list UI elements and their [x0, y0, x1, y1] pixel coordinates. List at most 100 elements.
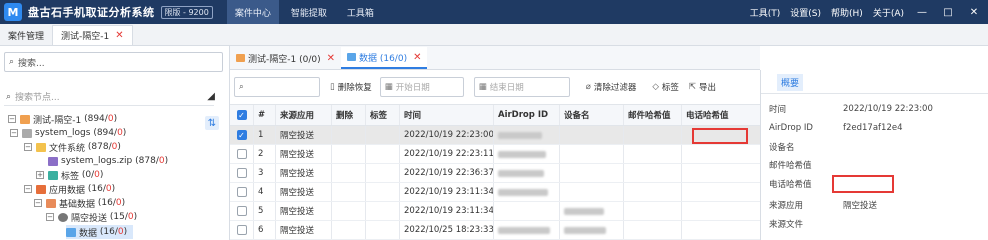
column-header[interactable]: #: [254, 105, 276, 125]
row-checkbox[interactable]: [230, 202, 254, 220]
tree-node-tags[interactable]: + 标签 (0/0): [36, 168, 103, 182]
tree-node-app-data[interactable]: − 应用数据 (16/0): [24, 182, 115, 196]
row-airdrop-id-redacted: [494, 145, 560, 163]
tab-data[interactable]: 数据 (16/0) ✕: [340, 47, 428, 69]
table-row[interactable]: 3 隔空投送 2022/10/19 22:36:37: [230, 164, 760, 183]
column-header[interactable]: 设备名: [560, 105, 624, 125]
column-header[interactable]: 标签: [366, 105, 400, 125]
table-search-input[interactable]: ⌕: [234, 77, 320, 97]
column-header[interactable]: 删除: [332, 105, 366, 125]
nav-tab-smart-extract[interactable]: 智能提取: [283, 0, 335, 24]
data-icon: [346, 53, 356, 61]
tree-node-file-system[interactable]: − 文件系统 (878/0): [24, 140, 121, 154]
data-tab-bar: 测试-隔空-1 (0/0) ✕ 数据 (16/0) ✕: [230, 46, 760, 70]
collapse-icon[interactable]: −: [24, 143, 32, 151]
row-checkbox[interactable]: [230, 183, 254, 201]
delete-restore-label: 删除恢复: [337, 83, 372, 93]
table-row[interactable]: 4 隔空投送 2022/10/19 23:11:34: [230, 183, 760, 202]
close-tab-icon[interactable]: ✕: [413, 52, 421, 63]
menu-settings[interactable]: 设置(S): [790, 6, 821, 19]
sort-icon[interactable]: ⇅: [205, 116, 219, 130]
tab-label: 测试-隔空-1 (0/0): [248, 54, 321, 65]
app-title: 盘古石手机取证分析系统: [28, 6, 155, 19]
field-value: 隔空投送: [843, 201, 878, 211]
node-filter-input[interactable]: ⌕ 搜索节点...: [4, 88, 214, 106]
close-tab-icon[interactable]: ✕: [115, 30, 123, 41]
field-value: 2022/10/19 22:23:00: [843, 104, 933, 114]
maximize-icon[interactable]: □: [940, 7, 956, 18]
collapse-icon[interactable]: −: [24, 185, 32, 193]
clear-filter-icon[interactable]: ◢: [207, 91, 215, 102]
search-icon: ⌕: [9, 57, 15, 67]
tree-node-system-logs[interactable]: − system_logs (894/0): [10, 126, 126, 140]
column-header[interactable]: 来源应用: [276, 105, 332, 125]
app-data-icon: [36, 184, 46, 194]
tree-node-label: 标签: [61, 171, 80, 182]
close-tab-icon[interactable]: ✕: [327, 53, 335, 64]
tree-node-case[interactable]: − 测试-隔空-1 (894/0): [8, 112, 117, 126]
table-row[interactable]: 5 隔空投送 2022/10/19 23:11:34: [230, 202, 760, 221]
table-row[interactable]: 2 隔空投送 2022/10/19 22:23:11: [230, 145, 760, 164]
search-input[interactable]: ⌕ 搜索...: [4, 52, 223, 72]
column-header[interactable]: AirDrop ID: [494, 105, 560, 125]
expand-icon[interactable]: +: [36, 171, 44, 179]
calendar-icon: ▦: [384, 82, 393, 92]
end-date-placeholder: 结束日期: [489, 83, 524, 93]
collapse-icon[interactable]: −: [46, 213, 54, 221]
nav-tab-toolbox[interactable]: 工具箱: [339, 0, 382, 24]
menu-about[interactable]: 关于(A): [873, 6, 904, 19]
tree-node-label: 文件系统: [49, 143, 86, 154]
tab-case-overview[interactable]: 测试-隔空-1 (0/0) ✕: [230, 47, 341, 69]
table-row[interactable]: ✓ 1 隔空投送 2022/10/19 22:23:00: [230, 126, 760, 145]
tab-case-test[interactable]: 测试-隔空-1 ✕: [52, 25, 133, 45]
tree-node-basic-data[interactable]: − 基础数据 (16/0): [34, 196, 125, 210]
end-date-input[interactable]: ▦ 结束日期: [473, 77, 570, 97]
row-device-name: [560, 183, 624, 201]
row-time: 2022/10/25 18:23:33: [400, 221, 494, 239]
row-checkbox[interactable]: ✓: [230, 126, 254, 144]
collapse-icon[interactable]: −: [34, 199, 42, 207]
title-bar: M 盘古石手机取证分析系统 限版 - 9200 案件中心 智能提取 工具箱 工具…: [0, 0, 988, 24]
tab-label: 数据 (16/0): [358, 53, 408, 64]
column-header[interactable]: 邮件哈希值: [624, 105, 682, 125]
menu-help[interactable]: 帮助(H): [831, 6, 863, 19]
field-key: 来源应用: [769, 201, 804, 211]
tag-button[interactable]: ◇ 标签: [652, 81, 679, 93]
tree-node-airdrop[interactable]: − 隔空投送 (15/0): [46, 210, 137, 224]
row-tag: [366, 164, 400, 182]
folder-icon: [36, 142, 46, 152]
delete-restore-button[interactable]: ▯ 删除恢复: [330, 81, 372, 93]
nav-tab-case-center[interactable]: 案件中心: [226, 0, 279, 24]
table-row[interactable]: 6 隔空投送 2022/10/25 18:23:33: [230, 221, 760, 240]
minimize-icon[interactable]: —: [914, 7, 930, 18]
tree-node-zip[interactable]: system_logs.zip (878/0): [48, 154, 168, 168]
tab-case-management[interactable]: 案件管理: [0, 25, 52, 45]
case-icon: [20, 114, 30, 124]
tab-summary[interactable]: 概要: [777, 74, 804, 91]
row-deleted: [332, 221, 366, 239]
menu-tools[interactable]: 工具(T): [750, 6, 781, 19]
collapse-icon[interactable]: −: [8, 115, 16, 123]
row-checkbox[interactable]: [230, 164, 254, 182]
row-tag: [366, 145, 400, 163]
detail-field-email-hash: 邮件哈希值: [769, 158, 843, 172]
start-date-input[interactable]: ▦ 开始日期: [379, 77, 464, 97]
row-checkbox[interactable]: [230, 221, 254, 239]
row-checkbox[interactable]: [230, 145, 254, 163]
app-logo-icon: M: [4, 3, 22, 21]
collapse-icon[interactable]: −: [10, 129, 18, 137]
clear-filter-button[interactable]: ⌀ 清除过滤器: [586, 81, 637, 93]
tree-node-count-red: 0: [105, 184, 112, 194]
column-header[interactable]: 电话哈希值: [682, 105, 760, 125]
phone-hash-highlight: [692, 128, 748, 144]
select-all-checkbox[interactable]: ✓: [230, 105, 254, 125]
column-header[interactable]: 时间: [400, 105, 494, 125]
row-airdrop-id-redacted: [494, 221, 560, 239]
close-icon[interactable]: ✕: [966, 7, 982, 18]
row-source-app: 隔空投送: [276, 145, 332, 163]
row-email-hash: [624, 221, 682, 239]
detail-panel: 概要 时间 2022/10/19 22:23:00 AirDrop ID f2e…: [760, 70, 988, 240]
tree-node-label: 基础数据: [59, 199, 96, 210]
export-button[interactable]: ⇱ 导出: [689, 81, 716, 93]
tree-node-data[interactable]: 数据 (16/0): [66, 225, 134, 239]
